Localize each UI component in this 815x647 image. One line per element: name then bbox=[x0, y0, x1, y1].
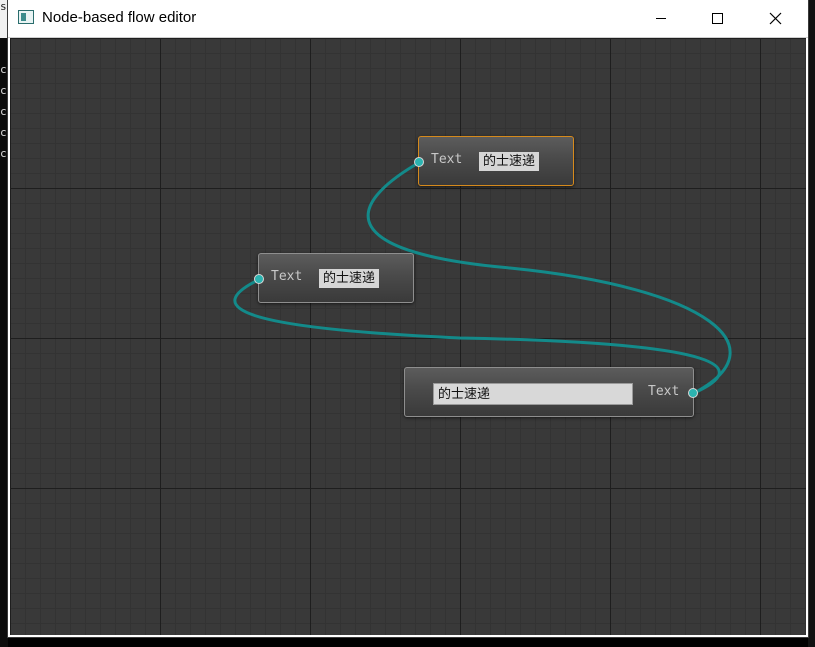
background-glyph: s bbox=[0, 0, 7, 13]
maximize-icon bbox=[712, 13, 723, 24]
node-value: 的士速递 bbox=[479, 152, 540, 171]
connection-wire[interactable] bbox=[366, 160, 732, 395]
background-glyph: c bbox=[0, 147, 7, 160]
input-port[interactable] bbox=[254, 274, 264, 284]
close-icon bbox=[769, 12, 781, 24]
minimize-icon bbox=[656, 18, 666, 19]
connections-layer bbox=[233, 160, 732, 395]
node-value: 的士速递 bbox=[319, 269, 380, 288]
background-glyph: c bbox=[0, 105, 7, 118]
background-glyph: c bbox=[0, 84, 7, 97]
node-canvas[interactable]: Text 的士速递 Text 的士速递 的士速递 Text bbox=[10, 38, 806, 635]
port-label: Text bbox=[271, 269, 303, 284]
window-title: Node-based flow editor bbox=[42, 9, 197, 26]
close-button[interactable] bbox=[752, 0, 798, 36]
text-node[interactable]: Text 的士速递 bbox=[254, 253, 414, 303]
title-bar[interactable]: Node-based flow editor bbox=[8, 0, 808, 38]
input-port[interactable] bbox=[414, 157, 424, 167]
text-input-field[interactable]: 的士速递 bbox=[433, 383, 633, 405]
minimize-button[interactable] bbox=[638, 0, 684, 36]
output-port[interactable] bbox=[688, 388, 698, 398]
maximize-button[interactable] bbox=[694, 0, 740, 36]
text-input-node[interactable]: 的士速递 Text bbox=[404, 367, 698, 417]
text-node[interactable]: Text 的士速递 bbox=[414, 136, 574, 186]
port-label: Text bbox=[431, 152, 463, 167]
port-label: Text bbox=[648, 384, 680, 399]
background-glyph: c bbox=[0, 63, 7, 76]
background-right-edge bbox=[808, 0, 815, 647]
background-glyph: c bbox=[0, 126, 7, 139]
app-window: Node-based flow editor Text 的士速递 Text 的士… bbox=[8, 0, 808, 637]
app-icon bbox=[18, 10, 34, 24]
